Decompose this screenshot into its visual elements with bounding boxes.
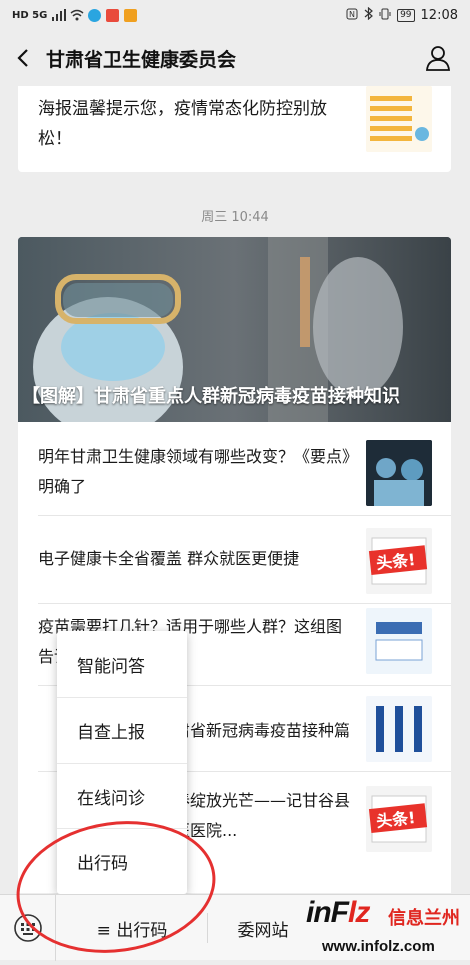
status-left: HD 5G — [12, 8, 138, 22]
hero-title: 【图解】甘肃省重点人群新冠病毒疫苗接种知识 — [22, 386, 400, 407]
vibrate-icon — [379, 8, 391, 23]
app-notification-icon — [124, 8, 138, 22]
watermark-chinese: 信息兰州 — [388, 908, 460, 929]
article-title: 电子健康卡全省覆盖 群众就医更便捷 — [38, 549, 300, 568]
article-row[interactable]: 明年甘肃卫生健康领域有哪些改变？《要点》明确了 — [18, 422, 451, 516]
headline-badge-text: 头条! — [375, 549, 417, 573]
submenu-item-online-consult[interactable]: 在线问诊 — [57, 763, 187, 829]
bluetooth-icon — [364, 6, 374, 23]
nfc-icon: N — [346, 8, 358, 23]
watermark-url: www.infolz.com — [322, 938, 435, 955]
chevron-left-icon — [17, 49, 28, 67]
battery-indicator: 99 — [397, 8, 415, 22]
headline-badge-text: 头条! — [375, 807, 417, 831]
article-title: 海报温馨提示您，疫情常态化防控别放松！ — [38, 99, 327, 149]
chat-header: 甘肃省卫生健康委员会 — [0, 30, 470, 86]
article-title: 明年甘肃卫生健康领域有哪些改变？《要点》明确了 — [38, 447, 351, 496]
status-bar: HD 5G N 99 12:08 — [0, 0, 470, 30]
article-thumbnail — [366, 608, 432, 674]
signal-icon — [52, 8, 67, 22]
account-title: 甘肃省卫生健康委员会 — [46, 48, 237, 71]
app-notification-icon — [88, 8, 102, 22]
article-row[interactable]: 电子健康卡全省覆盖 群众就医更便捷 头条! — [18, 516, 451, 604]
clock: 12:08 — [420, 7, 458, 23]
submenu-item-self-report[interactable]: 自查上报 — [57, 697, 187, 763]
article-thumbnail — [366, 440, 432, 506]
watermark-brand: inFlz — [306, 896, 370, 929]
article-thumbnail: 头条! — [366, 528, 432, 594]
wifi-icon — [70, 9, 84, 22]
person-icon — [426, 46, 450, 71]
article-thumbnail — [366, 696, 432, 762]
watermark-logo: inFlz 信息兰州 www.infolz.com — [300, 892, 470, 960]
article-thumbnail: 头条! — [366, 786, 432, 852]
message-timestamp: 周三 10:44 — [201, 210, 269, 225]
svg-text:N: N — [349, 10, 355, 19]
profile-button[interactable] — [424, 44, 452, 72]
back-button[interactable] — [0, 30, 46, 86]
hero-article[interactable]: 【图解】甘肃省重点人群新冠病毒疫苗接种知识 — [18, 237, 451, 422]
network-label: HD 5G — [12, 9, 48, 21]
article-thumbnail — [366, 86, 432, 152]
status-right: N 99 12:08 — [346, 6, 458, 23]
article-card[interactable]: 海报温馨提示您，疫情常态化防控别放松！ — [18, 86, 451, 172]
app-notification-icon — [106, 8, 120, 22]
submenu-item-smart-qa[interactable]: 智能问答 — [57, 631, 187, 697]
